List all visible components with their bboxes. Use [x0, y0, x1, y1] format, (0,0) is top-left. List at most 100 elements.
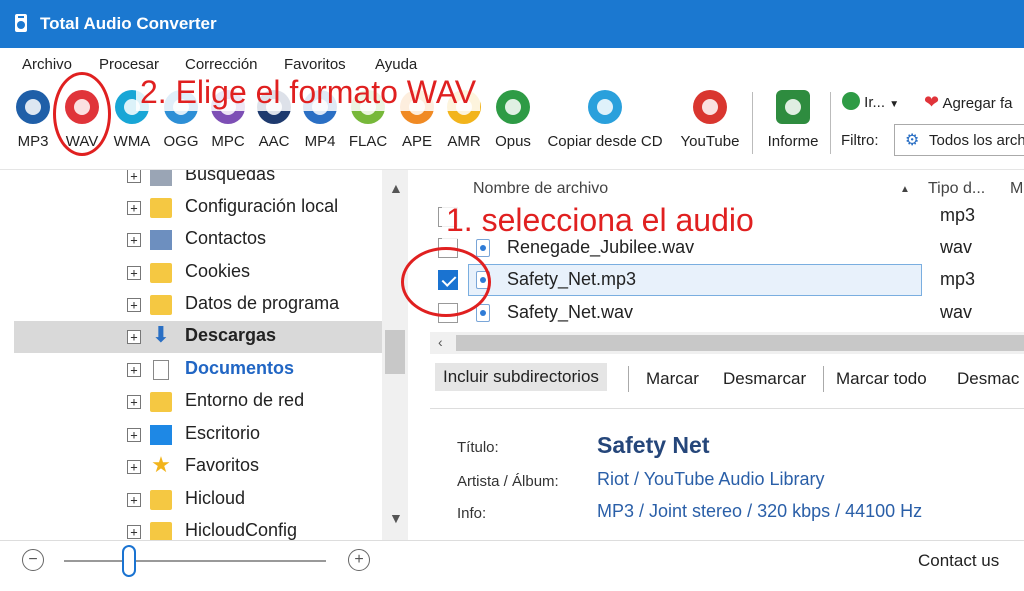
title-label: Título: — [457, 439, 499, 456]
menu-correccion[interactable]: Corrección — [185, 56, 258, 73]
format-label: AAC — [258, 133, 290, 150]
menu-archivo[interactable]: Archivo — [22, 56, 72, 73]
selection-actions: Incluir subdirectorios Marcar Desmarcar … — [430, 360, 1024, 398]
tree-item-favoritos[interactable]: + ★ Favoritos — [14, 451, 382, 483]
info-value: MP3 / Joint stereo / 320 kbps / 44100 Hz — [597, 501, 923, 521]
format-label: MP4 — [304, 133, 336, 150]
expand-icon[interactable]: + — [127, 363, 141, 377]
action-separator — [628, 366, 629, 392]
tree-item-datos-de-programa[interactable]: + Datos de programa — [14, 289, 382, 321]
tree-item-label: Descargas — [185, 325, 277, 345]
contacts-icon — [150, 230, 172, 250]
tree-item-contactos[interactable]: + Contactos — [14, 224, 382, 256]
tree-item-documentos[interactable]: + Documentos — [14, 354, 382, 386]
copy-cd-button[interactable]: Copiar desde CD — [545, 90, 665, 160]
zoom-slider-thumb[interactable] — [122, 545, 136, 577]
tree-item-label: Hicloud — [185, 488, 246, 508]
report-button[interactable]: Informe — [763, 90, 823, 160]
youtube-button[interactable]: YouTube — [678, 90, 742, 160]
tree-item-hicloudconfig[interactable]: + HicloudConfig — [14, 516, 382, 540]
expand-icon[interactable]: + — [127, 170, 141, 183]
menu-ayuda[interactable]: Ayuda — [375, 56, 417, 73]
tree-item-label: Entorno de red — [185, 390, 305, 410]
annotation-step2: 2. Elige el formato WAV — [136, 74, 481, 111]
column-type[interactable]: Tipo d... — [928, 180, 985, 198]
format-label: Opus — [495, 133, 531, 150]
zoom-slider-track[interactable] — [64, 560, 326, 562]
unmark-all-button[interactable]: Desmac — [957, 369, 1019, 389]
tree-item-label: HicloudConfig — [185, 520, 298, 540]
report-label: Informe — [767, 133, 819, 150]
expand-icon[interactable]: + — [127, 330, 141, 344]
mark-all-button[interactable]: Marcar todo — [836, 369, 927, 389]
tree-scrollbar[interactable]: ▲ ▼ — [382, 170, 408, 540]
zoom-in-icon[interactable]: + — [348, 549, 370, 571]
desktop-icon — [150, 425, 172, 445]
scroll-thumb[interactable] — [385, 330, 405, 374]
expand-icon[interactable]: + — [127, 298, 141, 312]
mark-button[interactable]: Marcar — [646, 369, 699, 389]
expand-icon[interactable]: + — [127, 266, 141, 280]
file-row[interactable]: Safety_Net.mp3 mp3 — [430, 264, 1024, 296]
tree-item-label: Documentos — [185, 358, 295, 378]
include-subdirs-button[interactable]: Incluir subdirectorios — [435, 363, 607, 391]
tree-item-configuracion-local[interactable]: + Configuración local — [14, 192, 382, 224]
tree-item-escritorio[interactable]: + Escritorio — [14, 419, 382, 451]
scroll-down-icon[interactable]: ▼ — [389, 510, 403, 526]
file-list-hscrollbar[interactable]: ‹ — [430, 332, 1024, 354]
expand-icon[interactable]: + — [127, 428, 141, 442]
spreadsheet-icon — [776, 90, 810, 124]
title-bar: Total Audio Converter — [0, 0, 1024, 48]
folder-icon — [150, 522, 172, 540]
expand-icon[interactable]: + — [127, 525, 141, 539]
format-label: MPC — [211, 133, 245, 150]
format-opus-button[interactable]: Opus — [492, 90, 534, 160]
contact-us-link[interactable]: Contact us — [918, 551, 999, 571]
scroll-up-icon[interactable]: ▲ — [389, 180, 403, 196]
tree-item-descargas[interactable]: + ⬇ Descargas — [14, 321, 382, 353]
file-name: Safety_Net.mp3 — [507, 269, 637, 289]
column-more[interactable]: M — [1010, 180, 1023, 198]
window-title: Total Audio Converter — [40, 14, 217, 33]
tree-item-label: Búsquedas — [185, 170, 276, 184]
scroll-thumb[interactable] — [456, 335, 1024, 351]
file-type: mp3 — [940, 269, 976, 289]
file-row[interactable]: Safety_Net.wav wav — [430, 297, 1024, 329]
file-type: wav — [940, 237, 973, 257]
audio-file-icon — [476, 304, 490, 322]
title-value: Safety Net — [597, 432, 710, 458]
add-favorite-label: Agregar fa — [942, 95, 1013, 112]
artist-label: Artista / Álbum: — [457, 473, 559, 490]
chevron-down-icon: ▼ — [889, 99, 900, 110]
toolbar-separator — [830, 92, 831, 154]
tree-item-label: Cookies — [185, 261, 251, 281]
expand-icon[interactable]: + — [127, 460, 141, 474]
goto-button[interactable]: Ir... ▼ — [842, 92, 899, 111]
menu-favoritos[interactable]: Favoritos — [284, 56, 346, 73]
expand-icon[interactable]: + — [127, 233, 141, 247]
filter-dropdown[interactable]: ⚙ Todos los arch — [894, 124, 1024, 156]
file-name: Renegade_Jubilee.wav — [507, 237, 695, 257]
expand-icon[interactable]: + — [127, 395, 141, 409]
cd-icon — [588, 90, 622, 124]
unmark-button[interactable]: Desmarcar — [723, 369, 806, 389]
tree-item-entorno-de-red[interactable]: + Entorno de red — [14, 386, 382, 418]
file-type: wav — [940, 302, 973, 322]
folder-icon — [150, 295, 172, 315]
tree-item-busquedas[interactable]: + Búsquedas — [14, 170, 382, 192]
tree-item-label: Contactos — [185, 228, 267, 248]
add-favorite-button[interactable]: ❤ Agregar fa — [924, 92, 1012, 113]
tree-item-hicloud[interactable]: + Hicloud — [14, 484, 382, 516]
expand-icon[interactable]: + — [127, 201, 141, 215]
folder-icon — [150, 198, 172, 218]
zoom-out-icon[interactable]: − — [22, 549, 44, 571]
format-label: APE — [401, 133, 432, 150]
menu-procesar[interactable]: Procesar — [99, 56, 159, 73]
column-filename[interactable]: Nombre de archivo — [473, 180, 608, 198]
expand-icon[interactable]: + — [127, 493, 141, 507]
scroll-left-icon[interactable]: ‹ — [438, 334, 443, 350]
tree-item-label: Datos de programa — [185, 293, 340, 313]
tree-item-cookies[interactable]: + Cookies — [14, 257, 382, 289]
folder-tree: + Búsquedas + Configuración local + Cont… — [0, 170, 408, 540]
format-mp3-button[interactable]: MP3 — [16, 90, 50, 160]
